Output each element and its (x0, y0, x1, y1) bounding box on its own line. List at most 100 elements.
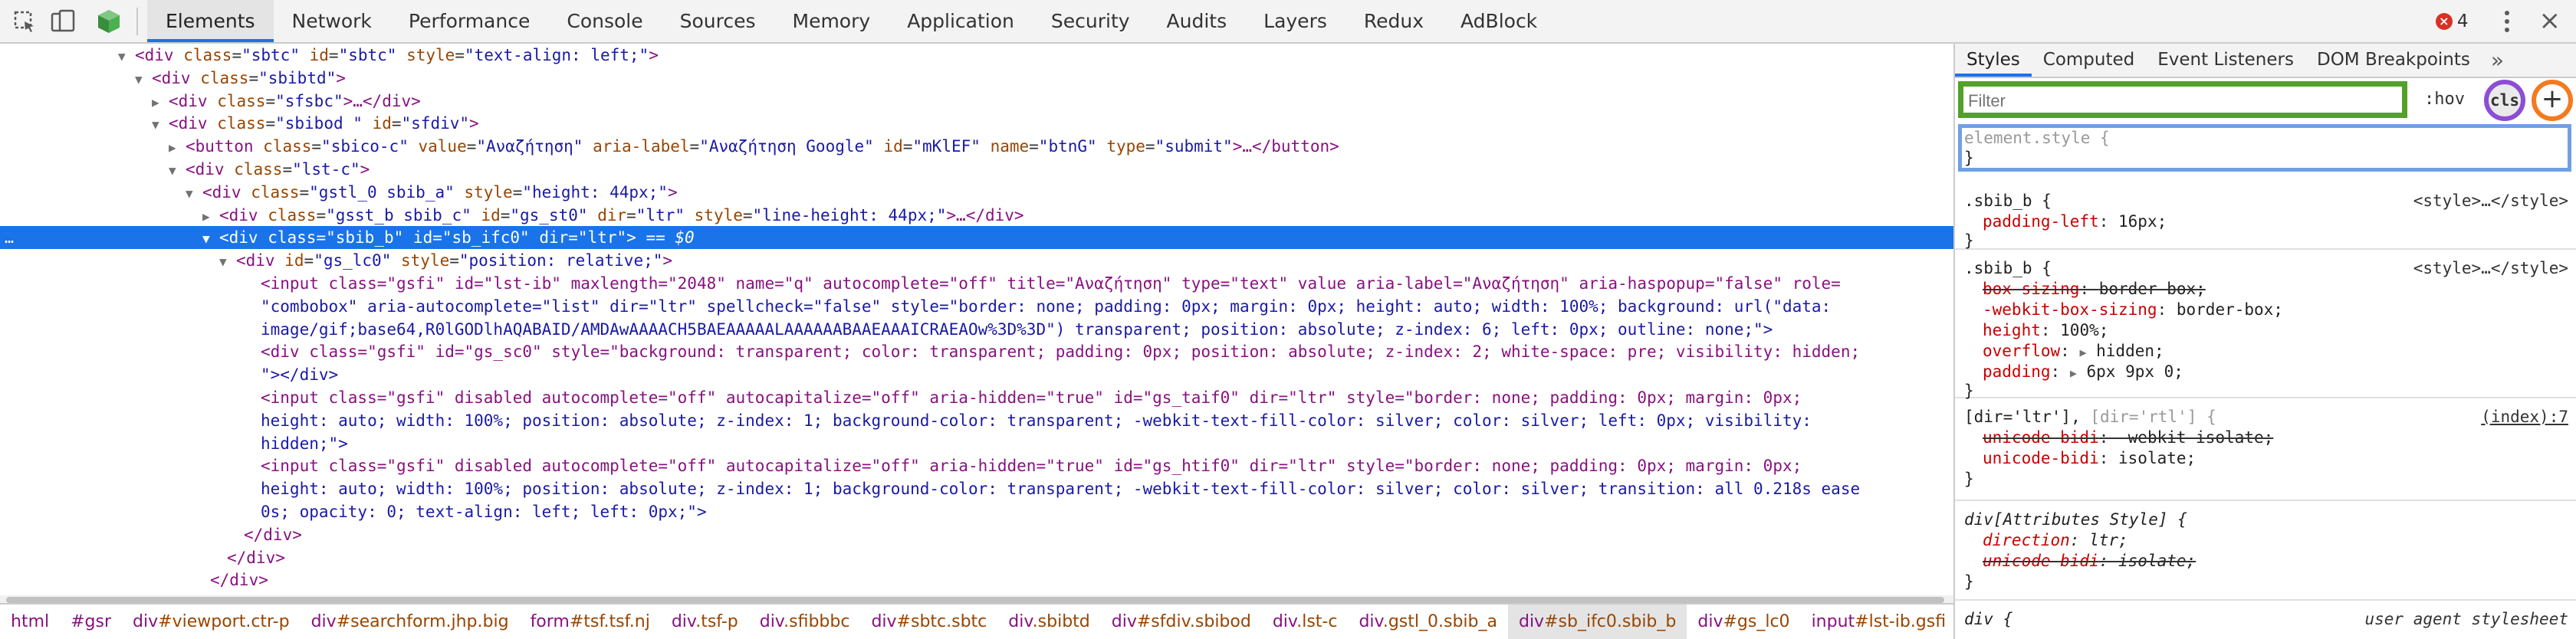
hover-state-button[interactable]: :hov (2424, 84, 2465, 115)
tab-dom-breakpoints[interactable]: DOM Breakpoints (2305, 44, 2482, 77)
tab-redux[interactable]: Redux (1346, 0, 1442, 42)
breadcrumb-item[interactable]: div#sbtc.sbtc (860, 605, 997, 639)
expand-toggle-icon: ▶ (152, 94, 159, 110)
device-toolbar-icon[interactable] (49, 8, 77, 35)
filter-box (1958, 81, 2407, 118)
error-counter[interactable]: × 4 (2435, 11, 2469, 31)
style-property[interactable]: padding-left: 16px; (1983, 211, 2167, 232)
tab-memory[interactable]: Memory (774, 0, 889, 42)
tab-adblock[interactable]: AdBlock (1442, 0, 1556, 42)
dom-node[interactable]: ▼ <div class="lst-c"> (0, 158, 1953, 181)
breadcrumb-item[interactable]: div#sb_ifc0.sbib_b (1507, 605, 1687, 639)
style-property[interactable]: direction: ltr; (1983, 529, 2128, 551)
horizontal-scrollbar[interactable] (0, 595, 1953, 603)
expand-toggle-icon: ▼ (118, 49, 126, 64)
node-actions-icon[interactable]: … (5, 226, 14, 249)
extension-cube-icon[interactable] (95, 8, 123, 35)
dom-node-close[interactable]: </div> (0, 569, 1953, 591)
breadcrumb-item[interactable]: div#sfdiv.sbibod (1101, 605, 1262, 639)
close-icon[interactable]: × (2539, 0, 2561, 42)
scrollbar-thumb[interactable] (6, 597, 1944, 603)
dom-node[interactable]: "combobox" aria-autocomplete="list" dir=… (0, 295, 1953, 318)
new-style-rule-button[interactable]: + (2532, 80, 2573, 121)
style-property[interactable]: padding: ▶ 6px 9px 0; (1983, 361, 2183, 382)
dom-node[interactable]: "></div> (0, 363, 1953, 386)
rule-selector[interactable]: .sbib_b { (1964, 190, 2052, 211)
style-property-overridden[interactable]: box-sizing: border-box; (1983, 278, 2206, 300)
dom-node[interactable]: image/gif;base64,R0lGODlhAQABAID/AMDAwAA… (0, 318, 1953, 341)
breadcrumb-item[interactable]: div#viewport.ctr-p (122, 605, 301, 639)
more-tabs-icon[interactable]: » (2482, 44, 2513, 77)
style-property-overridden[interactable]: unicode-bidi: isolate; (1983, 550, 2196, 572)
dom-node-close[interactable]: </div> (0, 546, 1953, 569)
breadcrumb-item[interactable]: input#lst-ib.gsfi (1801, 605, 1953, 639)
breadcrumb-item[interactable]: div.gstl_0.sbib_a (1348, 605, 1508, 639)
styles-filter-row: :hov cls + (1955, 78, 2576, 123)
dom-node[interactable]: <input class="gsfi" disabled autocomplet… (0, 454, 1953, 477)
tab-network[interactable]: Network (274, 0, 390, 42)
breadcrumb-item[interactable]: div.sbibtd (997, 605, 1100, 639)
dom-node[interactable]: ▼ <div class="sbibod " id="sfdiv"> (0, 112, 1953, 135)
breadcrumb-item[interactable]: div#gs_lc0 (1687, 605, 1800, 639)
expand-toggle-icon: ▼ (169, 163, 176, 178)
dom-node[interactable]: height: auto; width: 100%; position: abs… (0, 477, 1953, 500)
style-property[interactable]: overflow: ▶ hidden; (1983, 340, 2164, 362)
breadcrumb-item[interactable]: div#searchform.jhp.big (301, 605, 520, 639)
style-property[interactable]: unicode-bidi: isolate; (1983, 447, 2196, 469)
dom-node[interactable]: ▶ <div class="sfsbc">…</div> (0, 90, 1953, 113)
styles-filter-input[interactable] (1967, 89, 2399, 113)
tab-sources[interactable]: Sources (662, 0, 774, 42)
element-style-selector[interactable]: element.style { (1964, 127, 2110, 149)
style-rule: [dir='ltr'], [dir='rtl'] { (index):7 uni… (1955, 401, 2576, 501)
dom-node[interactable]: ▼ <div class="sbibtd"> (0, 67, 1953, 90)
breadcrumb-item[interactable]: div.sfibbbc (749, 605, 861, 639)
tab-event-listeners[interactable]: Event Listeners (2146, 44, 2305, 77)
tab-styles[interactable]: Styles (1955, 44, 2032, 77)
rule-source-link[interactable]: (index):7 (2481, 406, 2568, 428)
tab-console[interactable]: Console (548, 0, 661, 42)
dom-node[interactable]: ▼ <div class="gstl_0 sbib_a" style="heigh… (0, 181, 1953, 204)
rule-selector[interactable]: div { (1964, 608, 2013, 630)
style-rule: .sbib_b { <style>…</style> box-sizing: b… (1955, 253, 2576, 400)
dom-node[interactable]: height: auto; width: 100%; position: abs… (0, 409, 1953, 432)
tab-security[interactable]: Security (1033, 0, 1148, 42)
dom-node[interactable]: ▶ <div class="gsst_b sbib_c" id="gs_st0" … (0, 204, 1953, 227)
tab-computed[interactable]: Computed (2032, 44, 2146, 77)
breadcrumb-item[interactable]: div.tsf-p (661, 605, 749, 639)
rule-selector[interactable]: div[Attributes Style] { (1964, 509, 2187, 530)
expand-toggle-icon: ▶ (169, 140, 176, 156)
dom-node[interactable]: hidden;"> (0, 432, 1953, 455)
dom-node[interactable]: ▼ <div class="sbtc" id="sbtc" style="text… (0, 44, 1953, 67)
rule-source-link[interactable]: <style>…</style> (2413, 190, 2568, 211)
rule-selector[interactable]: .sbib_b { (1964, 257, 2052, 279)
tab-application[interactable]: Application (889, 0, 1033, 42)
dom-node[interactable]: ▶ <button class="sbico-c" value="Αναζήτησ… (0, 135, 1953, 158)
dom-node-selected[interactable]: … ▼ <div class="sbib_b" id="sb_ifc0" dir="… (0, 226, 1953, 250)
style-property[interactable]: -webkit-box-sizing: border-box; (1983, 299, 2283, 320)
class-toggle-button[interactable]: cls (2484, 80, 2525, 121)
dom-node[interactable]: 0s; opacity: 0; text-align: left; left: … (0, 500, 1953, 523)
dom-node-close[interactable]: </div> (0, 523, 1953, 546)
breadcrumb-item[interactable]: form#tsf.tsf.nj (520, 605, 661, 639)
tab-audits[interactable]: Audits (1148, 0, 1246, 42)
style-property[interactable]: height: 100%; (1983, 320, 2108, 341)
expand-caret-icon: ▶ (2079, 346, 2087, 359)
rule-close-brace: } (1964, 572, 1974, 591)
more-options-icon[interactable] (2492, 0, 2522, 42)
error-icon: × (2435, 12, 2453, 30)
tab-performance[interactable]: Performance (390, 0, 548, 42)
dom-node[interactable]: ▼ <div id="gs_lc0" style="position: relat… (0, 249, 1953, 272)
tab-layers[interactable]: Layers (1245, 0, 1346, 42)
dom-node[interactable]: <input class="gsfi" id="lst-ib" maxlengt… (0, 272, 1953, 295)
rule-source-label: user agent stylesheet (2364, 610, 2568, 628)
dom-node[interactable]: <input class="gsfi" disabled autocomplet… (0, 386, 1953, 409)
breadcrumb-item[interactable]: html (0, 605, 60, 639)
breadcrumb-item[interactable]: #gsr (60, 605, 122, 639)
tab-elements[interactable]: Elements (147, 0, 274, 42)
rule-source-link[interactable]: <style>…</style> (2413, 257, 2568, 279)
breadcrumb-item[interactable]: div.lst-c (1262, 605, 1349, 639)
style-property-overridden[interactable]: unicode-bidi: -webkit-isolate; (1983, 427, 2273, 448)
rule-selector[interactable]: [dir='ltr'], [dir='rtl'] { (1964, 406, 2216, 428)
inspect-element-icon[interactable] (11, 8, 38, 35)
dom-node[interactable]: <div class="gsfi" id="gs_sc0" style="bac… (0, 340, 1953, 363)
